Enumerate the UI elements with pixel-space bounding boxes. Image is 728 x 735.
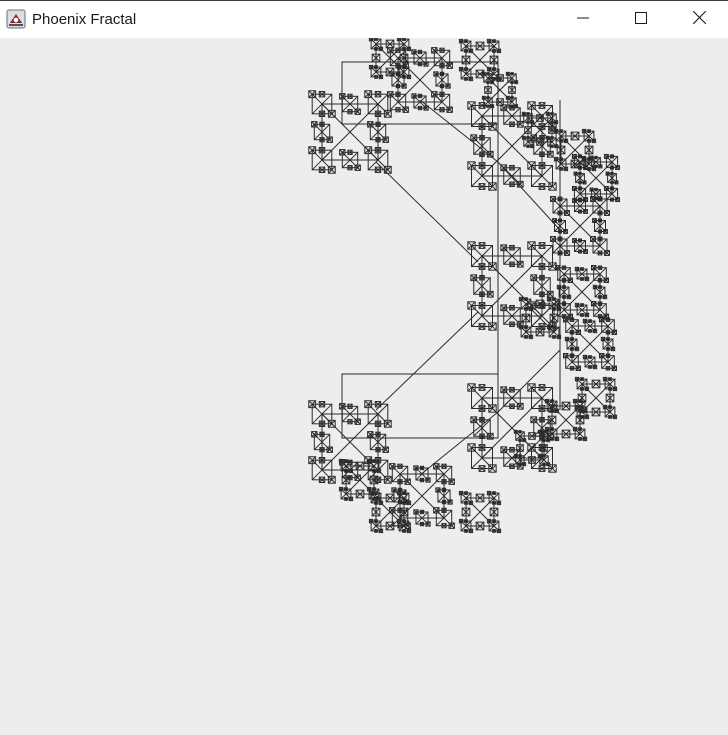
close-icon: [692, 10, 706, 29]
java-app-icon[interactable]: [6, 9, 26, 29]
window-title: Phoenix Fractal: [32, 11, 137, 28]
close-button[interactable]: [670, 1, 728, 38]
maximize-button[interactable]: [612, 1, 670, 38]
minimize-icon: [577, 11, 589, 29]
title-bar[interactable]: Phoenix Fractal: [0, 0, 728, 38]
minimize-button[interactable]: [554, 1, 612, 38]
fractal-canvas[interactable]: [0, 38, 728, 735]
phoenix-fractal-drawing: [308, 38, 621, 534]
app-window: Phoenix Fractal: [0, 0, 728, 735]
maximize-icon: [635, 11, 647, 29]
fractal-lines: [308, 38, 621, 534]
